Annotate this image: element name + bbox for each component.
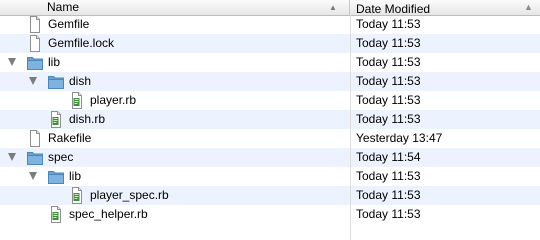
date-modified: Today 11:53 bbox=[356, 169, 421, 183]
file-list: Gemfile Today 11:53 Gemfile.lock Today 11:5… bbox=[0, 15, 540, 224]
list-item[interactable]: Rakefile Yesterday 13:47 bbox=[0, 129, 540, 148]
scroll-up-arrow-icon[interactable]: ▲ bbox=[524, 0, 533, 15]
item-name: lib bbox=[69, 169, 82, 183]
list-item[interactable]: spec_helper.rb Today 11:53 bbox=[0, 205, 540, 224]
list-item[interactable]: player.rb Today 11:53 bbox=[0, 91, 540, 110]
column-divider bbox=[350, 15, 351, 240]
disclosure-triangle-icon[interactable] bbox=[29, 77, 37, 85]
date-modified: Today 11:53 bbox=[356, 74, 421, 88]
date-modified: Today 11:53 bbox=[356, 112, 421, 126]
date-modified: Today 11:53 bbox=[356, 36, 421, 50]
name-column-header[interactable]: Name bbox=[0, 0, 350, 15]
list-item[interactable]: Gemfile.lock Today 11:53 bbox=[0, 34, 540, 53]
list-item[interactable]: dish.rb Today 11:53 bbox=[0, 110, 540, 129]
date-modified: Today 11:53 bbox=[356, 55, 421, 69]
list-item[interactable]: dish Today 11:53 bbox=[0, 72, 540, 91]
date-modified: Today 11:53 bbox=[356, 17, 421, 31]
sort-ascending-icon[interactable]: ▲ bbox=[329, 0, 337, 15]
item-name: Gemfile bbox=[48, 17, 90, 31]
date-modified-column-header[interactable]: Date Modified bbox=[351, 0, 540, 16]
list-item[interactable]: player_spec.rb Today 11:53 bbox=[0, 186, 540, 205]
list-item[interactable]: Gemfile Today 11:53 bbox=[0, 15, 540, 34]
disclosure-triangle-icon[interactable] bbox=[8, 58, 16, 66]
item-name: Gemfile.lock bbox=[48, 36, 115, 50]
item-name: dish bbox=[69, 74, 92, 88]
list-item[interactable]: lib Today 11:53 bbox=[0, 167, 540, 186]
list-item[interactable]: lib Today 11:53 bbox=[0, 53, 540, 72]
finder-list-view: Name ▲ Date Modified ▲ Gemfile Today 11:5… bbox=[0, 0, 540, 240]
date-modified: Today 11:53 bbox=[356, 207, 421, 221]
disclosure-triangle-icon[interactable] bbox=[29, 172, 37, 180]
column-header-bar: Name ▲ Date Modified ▲ bbox=[0, 0, 540, 16]
item-name: spec_helper.rb bbox=[69, 207, 148, 221]
item-name: lib bbox=[48, 55, 61, 69]
date-modified: Today 11:53 bbox=[356, 188, 421, 202]
item-name: player.rb bbox=[90, 93, 137, 107]
item-name: dish.rb bbox=[69, 112, 106, 126]
disclosure-triangle-icon[interactable] bbox=[8, 153, 16, 161]
item-name: spec bbox=[48, 150, 74, 164]
item-name: Rakefile bbox=[48, 131, 92, 145]
date-modified: Today 11:54 bbox=[356, 150, 421, 164]
date-modified: Yesterday 13:47 bbox=[356, 131, 443, 145]
ruby-file-icon bbox=[49, 205, 63, 227]
list-item[interactable]: spec Today 11:54 bbox=[0, 148, 540, 167]
item-name: player_spec.rb bbox=[90, 188, 169, 202]
date-modified: Today 11:53 bbox=[356, 93, 421, 107]
